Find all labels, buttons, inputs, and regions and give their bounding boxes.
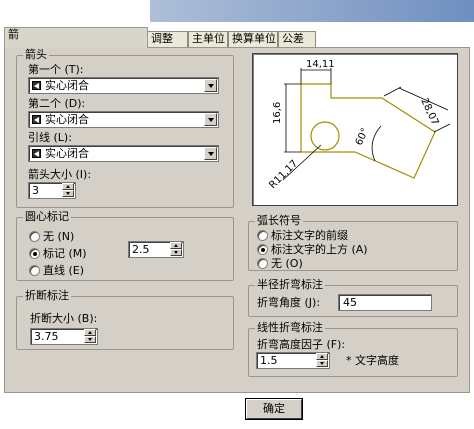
arc-above-label: 标注文字的上方 (A) <box>271 243 368 256</box>
dimension-style-dialog: 箭 调整 主单位 换算单位 公差 箭头 第一个 (T): 实心闭合 第二个 (D… <box>0 0 474 429</box>
preview-angle-arc <box>371 125 382 162</box>
center-mark-mark-radio[interactable] <box>29 248 40 259</box>
preview-dim-top: 14,11 <box>306 59 335 70</box>
spin-up-icon[interactable] <box>84 329 96 336</box>
closed-filled-arrow-icon <box>32 81 41 90</box>
preview-drawing: 14,11 16,6 28,07 R11,17 60° <box>267 59 451 191</box>
break-size-label: 折断大小 (B): <box>30 312 98 325</box>
center-mark-none-radio[interactable] <box>29 231 40 242</box>
arrow-size-label: 箭头大小 (I): <box>28 168 92 181</box>
jog-height-factor-spinner[interactable]: 1.5 <box>256 352 330 369</box>
preview-dim-right: 28,07 <box>418 97 440 128</box>
center-mark-none-label: 无 (N) <box>43 230 75 243</box>
arc-above-radio[interactable] <box>257 244 268 255</box>
second-arrow-select[interactable]: 实心闭合 <box>28 111 219 128</box>
cancel-button-obscured[interactable] <box>316 399 380 419</box>
closed-filled-arrow-icon <box>32 115 41 124</box>
preview-dim-left: 16,6 <box>272 102 283 124</box>
ok-button[interactable]: 确定 <box>246 399 302 419</box>
leader-arrow-select[interactable]: 实心闭合 <box>28 145 219 162</box>
spin-down-icon[interactable] <box>62 190 74 197</box>
second-arrow-value: 实心闭合 <box>45 113 89 126</box>
tab-fit[interactable]: 调整 <box>147 31 188 47</box>
center-mark-size-value: 2.5 <box>132 243 150 256</box>
break-size-value: 3.75 <box>34 330 59 343</box>
text-height-unit-label: * 文字高度 <box>346 354 399 367</box>
spin-down-icon[interactable] <box>170 249 182 256</box>
arc-none-label: 无 (O) <box>271 257 303 270</box>
spin-up-icon[interactable] <box>62 183 74 190</box>
spin-up-icon[interactable] <box>170 242 182 249</box>
leader-arrow-label: 引线 (L): <box>28 131 72 144</box>
second-arrow-label: 第二个 (D): <box>28 97 86 110</box>
spin-down-icon[interactable] <box>316 360 328 367</box>
spin-up-icon[interactable] <box>316 353 328 360</box>
preview-dim-radius: R11,17 <box>267 158 300 191</box>
arc-prefix-radio[interactable] <box>257 230 268 241</box>
chevron-down-icon[interactable] <box>204 147 217 160</box>
jog-angle-value: 45 <box>343 296 357 309</box>
break-size-spinner[interactable]: 3.75 <box>30 328 98 345</box>
help-button-obscured[interactable] <box>390 399 456 419</box>
center-mark-line-label: 直线 (E) <box>43 264 85 277</box>
arc-prefix-label: 标注文字的前缀 <box>271 229 348 242</box>
arc-none-radio[interactable] <box>257 258 268 269</box>
arrow-size-spinner[interactable]: 3 <box>28 182 76 199</box>
spin-down-icon[interactable] <box>84 336 96 343</box>
preview-pane: 14,11 16,6 28,07 R11,17 60° <box>252 53 458 206</box>
chevron-down-icon[interactable] <box>204 113 217 126</box>
radius-jog-legend: 半径折弯标注 <box>257 278 323 291</box>
tab-tolerances[interactable]: 公差 <box>278 31 316 47</box>
center-marks-legend: 圆心标记 <box>25 210 69 223</box>
jog-height-factor-label: 折弯高度因子 (F): <box>257 338 346 351</box>
first-arrow-value: 实心闭合 <box>45 79 89 92</box>
jog-height-factor-value: 1.5 <box>260 354 278 367</box>
leader-arrow-value: 实心闭合 <box>45 147 89 160</box>
preview-dim-angle: 60° <box>354 127 371 148</box>
arrowheads-legend: 箭头 <box>25 48 47 61</box>
tab-symbols-arrows[interactable]: 箭 <box>4 27 148 48</box>
chevron-down-icon[interactable] <box>204 79 217 92</box>
tab-alternate-units[interactable]: 换算单位 <box>228 31 278 47</box>
first-arrow-select[interactable]: 实心闭合 <box>28 77 219 94</box>
arrow-size-value: 3 <box>32 184 39 197</box>
center-mark-size-spinner[interactable]: 2.5 <box>128 241 184 258</box>
center-mark-line-radio[interactable] <box>29 265 40 276</box>
dimension-break-legend: 折断标注 <box>25 289 69 302</box>
first-arrow-label: 第一个 (T): <box>28 63 84 76</box>
linear-jog-legend: 线性折弯标注 <box>257 321 323 334</box>
jog-angle-label: 折弯角度 (J): <box>257 296 321 309</box>
jog-angle-input[interactable]: 45 <box>338 294 432 311</box>
arc-length-legend: 弧长符号 <box>257 214 301 227</box>
closed-filled-arrow-icon <box>32 149 41 158</box>
center-mark-mark-label: 标记 (M) <box>43 247 87 260</box>
title-bar <box>0 0 474 22</box>
tab-primary-units[interactable]: 主单位 <box>188 31 228 47</box>
